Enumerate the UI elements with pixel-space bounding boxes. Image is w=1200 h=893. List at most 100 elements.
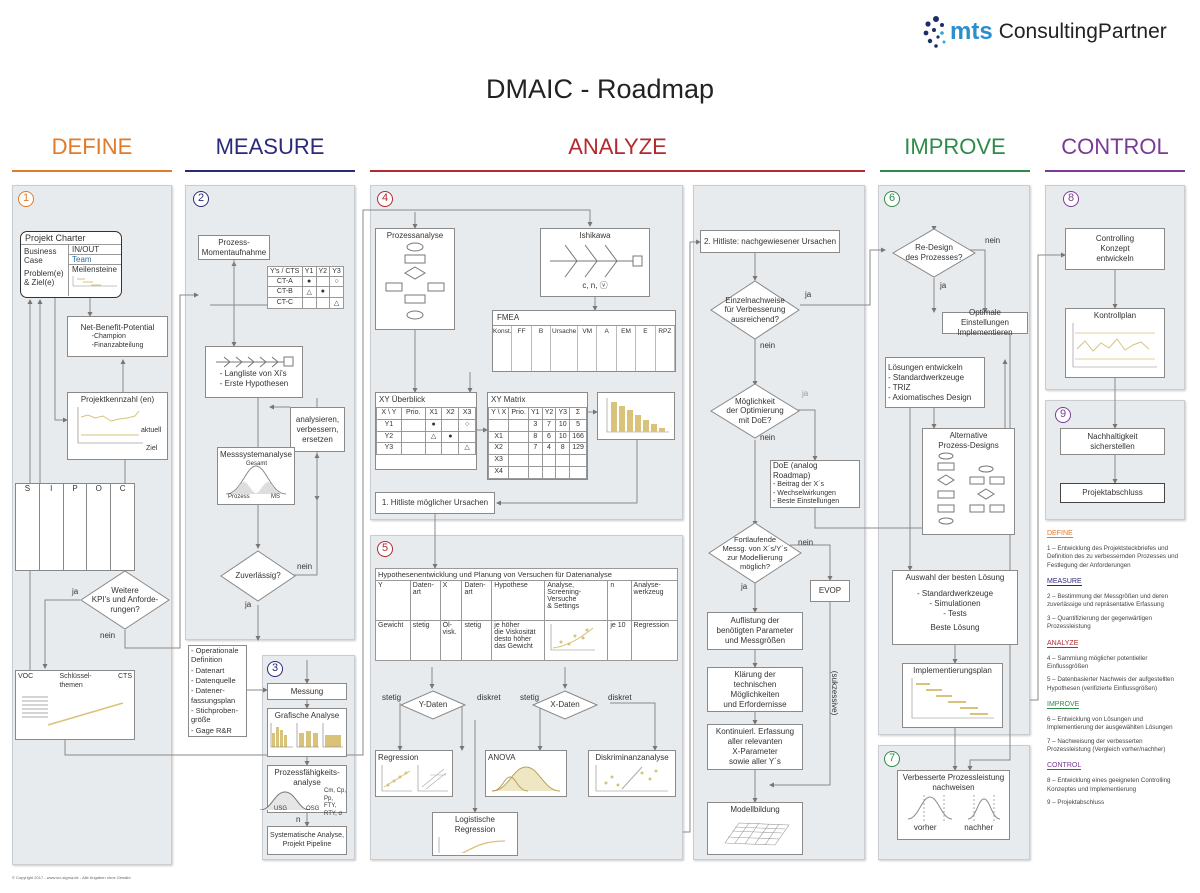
net-benefit-title: Net-Benefit-Potential [80,322,155,332]
select-title: Auswahl der besten Lösung [905,573,1005,582]
table-cell: 3 [527,418,543,432]
table-cell: 7 [541,418,557,432]
table-header-cell: Y1 [301,266,317,277]
table-cell: ● [441,430,460,444]
voc-box: VOC Schlüssel- themen CTS [15,670,135,740]
table-cell: Y1 [376,418,402,432]
table-header-cell: Y2 [315,266,331,277]
table-cell [441,442,460,455]
legend-heading-define: DEFINE [1047,530,1073,538]
logo-brand: mts [950,18,993,45]
decision-x-data: X-Daten [532,690,598,720]
sustainability-box: Nachhaltigkeit sicherstellen [1060,428,1165,455]
table-cell [555,454,571,467]
table-row: X4 [487,465,587,479]
net-benefit-lines: -Champion -Finanzabteilung [91,332,144,349]
table-cell [508,454,529,467]
label-yes: ja [741,582,748,591]
decision-doe-possible: Möglichkeit der Optimierung mit DoE? [710,383,800,439]
table-cell [424,442,443,455]
anova-box: ANOVA [485,750,567,797]
legend-section: IMPROVE [1047,693,1187,711]
table-header-cell: X1 [424,407,443,420]
table-cell: ○ [329,276,344,287]
controlling-concept-box: Controlling Konzept entwickeln [1065,228,1165,270]
msa-ms: MS [271,494,280,500]
process-snapshot-box: Prozess- Momentaufnahme [198,235,270,260]
milestones-graphic [72,275,117,286]
checklist-item: - Datenart [191,665,225,675]
legend-item: 5 – Datenbasierter Nachweis der aufgeste… [1047,676,1174,692]
table-row: Y3 △ [376,442,476,455]
step-number-1: 1 [18,191,34,207]
table-cell [329,286,344,298]
legend-section: ANALYZE [1047,632,1187,650]
legend-item: 7 – Nachweisung der verbesserten Prozess… [1047,737,1166,754]
table-cell: △ [329,297,344,309]
checklist-items: - Operationale Definition - Datenart - Dat… [191,646,244,736]
doe-box: DoE (analog Roadmap) - Beitrag der X´s -… [770,460,860,508]
sipoc-c: C [119,484,126,493]
table-cell: stetig [461,620,493,661]
select-lines: - Standardwerkzeuge - Simulationen - Tes… [916,589,994,618]
table-header-cell: Prio. [508,407,529,420]
label-no: nein [760,433,776,442]
modelling-box: Modellbildung [707,802,803,855]
ishikawa-diagram [550,244,643,278]
logistic-regression-box: Logistische Regression [432,812,518,856]
capability-box: Prozessfähigkeits- analyse USG OSG Cm, C… [259,765,347,817]
xy-overview-table: X \ Y Prio. X1 X2 X3 Y1 ● ○ Y2 △ ● Y3 △ [376,407,476,455]
table-row: Y2 △ ● [376,430,476,444]
checklist-item: - Gage R&R [191,725,232,735]
table-header-cell: Σ [569,407,587,420]
table-header-cell: X [439,580,463,621]
table-row: CT-C △ [267,297,344,309]
discriminant-title: Diskriminanzanalyse [595,753,669,762]
legend-item: 6 – Entwicklung von Lösungen und Impleme… [1047,715,1173,732]
checklist-item: - Stichproben-größe [191,706,239,725]
msa-title: Messsystemanalyse [219,450,293,459]
capability-title: Prozessfähigkeits- analyse [274,768,340,787]
charter-business-case: Business Case [24,247,57,266]
step-number-9: 9 [1055,407,1071,423]
discriminant-box: Diskriminanzanalyse [588,750,676,797]
net-benefit-box: Net-Benefit-Potential -Champion -Finanzab… [67,316,168,357]
table-header-cell: Daten- art [409,580,441,621]
table-header-row: Y Daten- art X Daten- art Hypothese Analyse, … [375,580,679,621]
implementation-plan-box: Implementierungsplan [902,663,1003,728]
legend-item: 4 – Sammlung möglicher potentieller Einf… [1047,654,1148,670]
graphic-analysis-charts [270,723,343,748]
regression-title: Regression [378,753,419,762]
label-no: nein [297,562,313,571]
anova-plot [491,766,561,792]
table-cell: ● [315,286,331,298]
label-no: nein [798,538,814,547]
surface-plot [724,822,790,846]
table-header-row: Y's / CTS Y1 Y2 Y3 [267,266,344,277]
label-no: nein [985,236,1001,245]
optimal-settings-box: Optimale Einstellungen Implementieren [942,308,1028,337]
legend-item: 9 – Projektabschluss [1047,799,1105,807]
table-cell [541,465,557,479]
charter-problem: Problem(e) & Ziel(e) [24,269,64,288]
step-number-7: 7 [884,751,900,767]
table-cell: 6 [541,430,557,444]
table-cell [555,465,571,479]
xy-matrix-table: Y \ X Prio. Y1 Y2 Y3 Σ 3 7 10 5 X1 8 6 10 166 X2 7 4 8 129 X… [487,407,587,479]
regression-box: Regression [375,750,453,797]
pareto-chart [597,392,675,440]
anova-title: ANOVA [488,753,516,762]
pareto-bar [627,410,633,432]
table-cell: je höher die Viskosität desto höher das … [491,620,546,661]
hitlist-possible-causes: 1. Hitliste möglicher Ursachen [375,492,495,514]
verified-title: Verbesserte Prozessleistung nachweisen [902,773,1005,792]
label-x-continuous: stetig [520,693,540,702]
graphic-analysis-title: Grafische Analyse [274,711,340,720]
table-row: Y1 ● ○ [376,418,476,432]
phase-improve: IMPROVE [880,134,1030,172]
table-cell [458,430,476,444]
voc-label: VOC [18,673,34,680]
table-cell: X3 [487,454,510,467]
legend: DEFINE 1 – Entwicklung des Projektsteckbr… [1047,522,1187,807]
table-cell: 10 [555,430,571,444]
